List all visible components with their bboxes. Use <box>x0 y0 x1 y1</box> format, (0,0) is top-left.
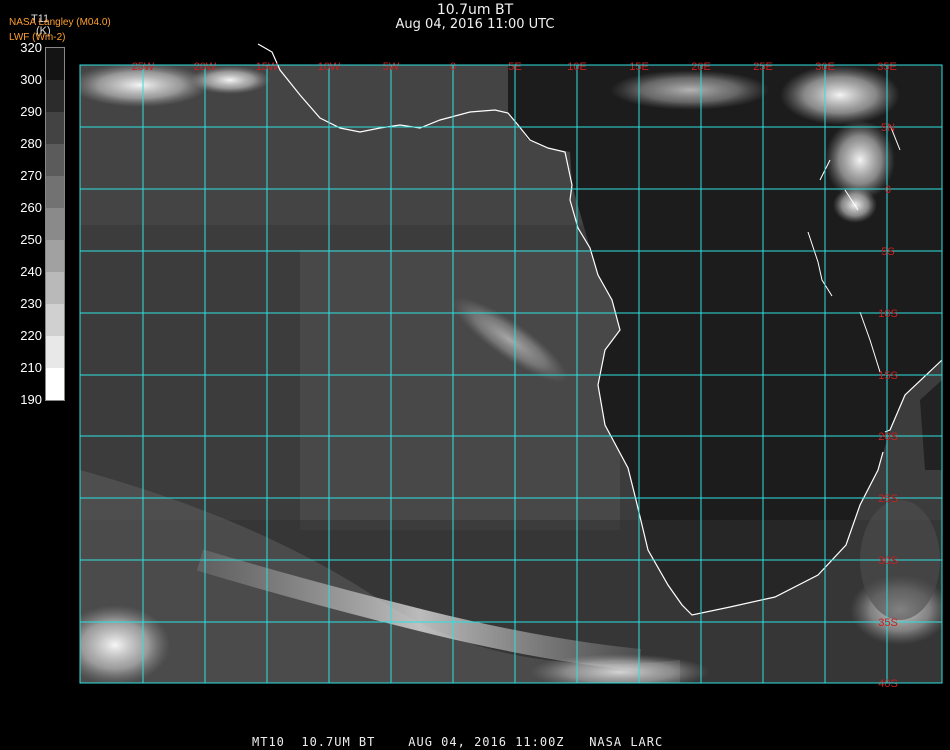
satellite-imagery <box>80 65 942 683</box>
cloud-s <box>530 654 710 683</box>
cloud-sw <box>80 605 170 683</box>
longitude-label: 15E <box>629 61 649 73</box>
longitude-label: 5W <box>383 61 400 73</box>
longitude-label: 10E <box>567 61 587 73</box>
longitude-label: 25E <box>753 61 773 73</box>
longitude-label: 25W <box>132 61 155 73</box>
longitude-label: 15W <box>256 61 279 73</box>
longitude-label: 35E <box>877 61 897 73</box>
footer-caption: MT10 10.7UM BT AUG 04, 2016 11:00Z NASA … <box>252 735 664 749</box>
longitude-label: 0 <box>450 61 456 73</box>
latitude-label: 35S <box>878 617 898 629</box>
longitude-label: 30E <box>815 61 835 73</box>
latitude-label: 30S <box>878 555 898 567</box>
latitude-label: 15S <box>878 370 898 382</box>
cloud-n2 <box>610 70 770 110</box>
latitude-label: 0 <box>885 184 891 196</box>
satellite-map: 25W 20W 15W 10W 5W 0 5E 10E 15E 20E 25E 30E 35E 5N 0 5… <box>79 43 943 690</box>
latitude-label: 25S <box>878 493 898 505</box>
stratocumulus-deck <box>300 250 620 530</box>
longitude-label: 20W <box>194 61 217 73</box>
latitude-label: 10S <box>878 308 898 320</box>
latitude-label: 5N <box>881 122 895 134</box>
longitude-label: 10W <box>318 61 341 73</box>
longitude-label: 20E <box>691 61 711 73</box>
latitude-label: 20S <box>878 431 898 443</box>
longitude-label: 5E <box>508 61 521 73</box>
latitude-label: 5S <box>881 246 894 258</box>
cloud-ne <box>780 65 900 125</box>
latitude-label: 40S <box>878 678 898 690</box>
